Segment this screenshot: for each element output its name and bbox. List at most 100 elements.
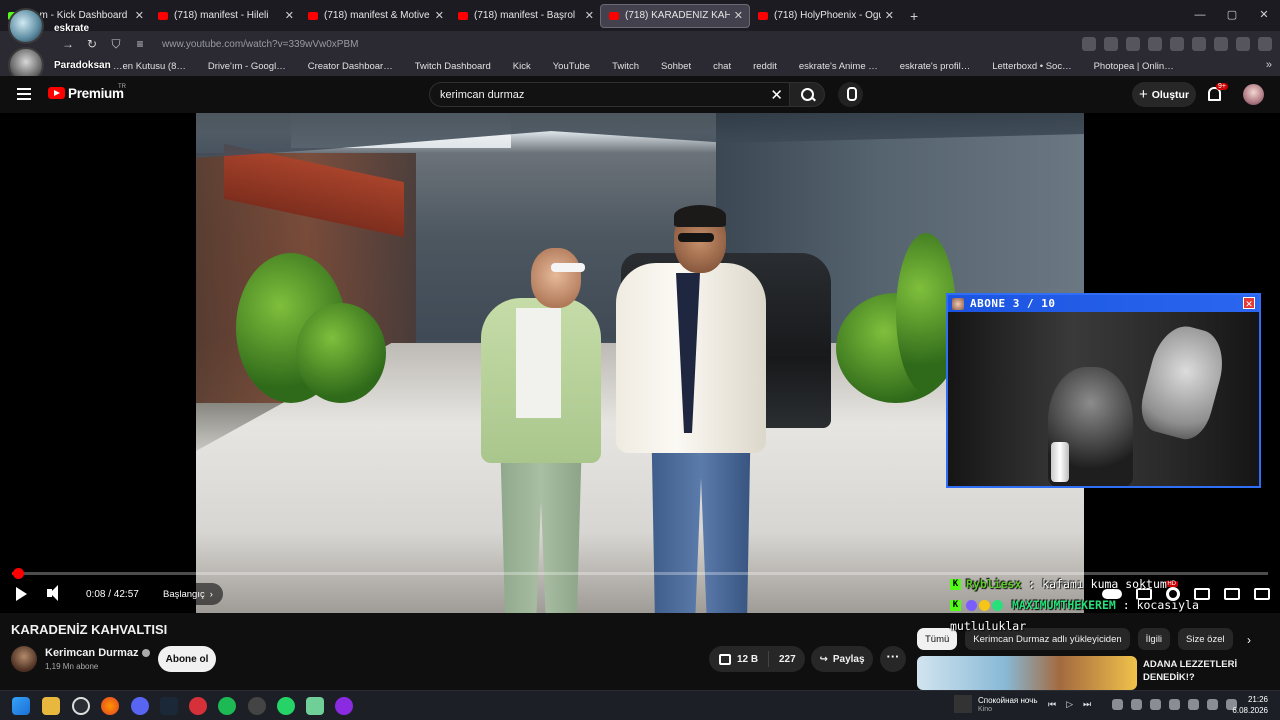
play-icon[interactable] xyxy=(16,587,27,601)
bookmark[interactable]: Kick xyxy=(500,61,531,72)
recommendation-thumbnail[interactable] xyxy=(917,656,1137,690)
ublock-icon[interactable] xyxy=(1236,37,1250,51)
app-icon[interactable] xyxy=(248,697,266,715)
scrubber-handle[interactable] xyxy=(13,568,24,579)
pocket-icon[interactable] xyxy=(1104,37,1118,51)
youtube-brand[interactable]: Premium xyxy=(68,86,124,101)
extension-icon[interactable] xyxy=(1170,37,1184,51)
bookmark[interactable]: …en Kutusu (8… xyxy=(100,61,186,72)
more-actions-button[interactable]: ··· xyxy=(880,646,906,672)
system-clock[interactable]: 21:26 6.08.2026 xyxy=(1232,694,1268,716)
microphone-icon[interactable] xyxy=(1150,699,1161,710)
site-permissions-icon[interactable]: ≡ xyxy=(128,37,152,51)
browser-tab[interactable]: (718) manifest & Motive ✕ xyxy=(300,4,450,28)
firefox-icon[interactable] xyxy=(101,697,119,715)
channel-avatar[interactable] xyxy=(11,646,37,672)
menu-icon[interactable] xyxy=(1258,37,1272,51)
browser-tab[interactable]: (718) HolyPhoenix - Ogu ✕ xyxy=(750,4,900,28)
new-tab-button[interactable]: + xyxy=(910,8,918,24)
browser-tab-active[interactable]: (718) KARADENİZ KAHVALT ✕ xyxy=(600,3,750,28)
obs-icon[interactable] xyxy=(72,697,90,715)
media-widget[interactable]: Спокойная ночь Kino xyxy=(954,695,1038,713)
volume-icon[interactable] xyxy=(47,585,63,601)
maximize-icon[interactable]: ▢ xyxy=(1216,0,1248,31)
tab-close-icon[interactable]: ✕ xyxy=(585,9,594,22)
bookmark[interactable]: Photopea | Onlin… xyxy=(1081,61,1174,72)
chevron-right-icon[interactable]: » xyxy=(1266,59,1272,71)
clear-search-icon[interactable]: ✕ xyxy=(770,86,783,104)
app-icon[interactable] xyxy=(306,697,324,715)
bookmark[interactable]: Twitch xyxy=(599,61,639,72)
region-code: TR xyxy=(118,84,126,90)
network-icon[interactable] xyxy=(1188,699,1199,710)
file-explorer-icon[interactable] xyxy=(42,697,60,715)
browser-tab[interactable]: (718) manifest - Başrol ✕ xyxy=(450,4,600,28)
extension-icon[interactable] xyxy=(1148,37,1162,51)
app-icon[interactable] xyxy=(335,697,353,715)
shield-icon[interactable]: ⛉ xyxy=(104,37,128,52)
steam-tray-icon[interactable] xyxy=(1131,699,1142,710)
plus-icon: + xyxy=(1138,86,1148,103)
bookmark[interactable]: Letterboxd • Soc… xyxy=(979,61,1071,72)
bookmark[interactable]: YouTube xyxy=(540,61,590,72)
speaker-icon[interactable] xyxy=(1207,699,1218,710)
close-window-icon[interactable]: ✕ xyxy=(1248,0,1280,31)
whatsapp-icon[interactable] xyxy=(277,697,295,715)
youtube-icon xyxy=(458,11,468,20)
account-icon[interactable] xyxy=(1214,37,1228,51)
comments-count[interactable]: 227 xyxy=(769,654,796,665)
forward-icon[interactable]: → xyxy=(56,37,80,51)
browser-tab[interactable]: (718) manifest - Hileli ✕ xyxy=(150,4,300,28)
bookmark[interactable]: chat xyxy=(700,61,731,72)
search-button[interactable] xyxy=(789,82,825,107)
next-track-icon[interactable]: ⏭ xyxy=(1083,699,1091,710)
bookmark[interactable]: Sohbet xyxy=(648,61,691,72)
tab-close-icon[interactable]: ✕ xyxy=(885,9,894,22)
previous-track-icon[interactable]: ⏮ xyxy=(1048,699,1056,710)
recommendation-title[interactable]: ADANA LEZZETLERİ DENEDİK!? xyxy=(1143,658,1263,684)
tab-close-icon[interactable]: ✕ xyxy=(135,9,144,22)
extension-icon[interactable] xyxy=(1192,37,1206,51)
reload-icon[interactable]: ↻ xyxy=(80,37,104,51)
video-player[interactable]: ABONE 3 / 10 ✕ 0:08 / 42:57 Başlangıç › … xyxy=(0,113,1280,613)
bookmark[interactable]: Creator Dashboar… xyxy=(295,61,393,72)
search-query[interactable]: kerimcan durmaz xyxy=(440,89,524,101)
subscribe-button[interactable]: Abone ol xyxy=(158,646,216,672)
bookmark-star-icon[interactable] xyxy=(1126,37,1140,51)
share-button[interactable]: ↪ Paylaş xyxy=(811,646,873,672)
play-icon[interactable]: ▷ xyxy=(1066,699,1073,710)
chapter-button[interactable]: Başlangıç › xyxy=(153,583,223,605)
bookmark[interactable]: Drive'ım - Googl… xyxy=(195,61,286,72)
vip-badge-icon xyxy=(979,600,990,611)
kick-icon xyxy=(295,62,304,71)
bookmark[interactable]: reddit xyxy=(740,61,777,72)
steam-icon[interactable] xyxy=(160,697,178,715)
discord-icon[interactable] xyxy=(131,697,149,715)
channel-name[interactable]: Kerimcan Durmaz xyxy=(45,647,150,659)
create-button[interactable]: + Oluştur xyxy=(1132,82,1196,107)
like-button[interactable]: 12 B xyxy=(709,651,769,667)
system-tray xyxy=(1112,699,1237,710)
account-avatar[interactable] xyxy=(1243,84,1264,105)
youtube-logo-icon[interactable] xyxy=(48,87,65,99)
subscriber-count: 1,19 Mn abone xyxy=(45,662,99,671)
tab-close-icon[interactable]: ✕ xyxy=(285,9,294,22)
bookmark[interactable]: Twitch Dashboard xyxy=(402,61,491,72)
search-input[interactable]: kerimcan durmaz ✕ xyxy=(429,82,789,107)
windows-start-icon[interactable] xyxy=(12,697,30,715)
menu-icon[interactable] xyxy=(17,88,31,100)
spotify-icon[interactable] xyxy=(218,697,236,715)
pen-icon[interactable] xyxy=(1169,699,1180,710)
address-bar[interactable]: www.youtube.com/watch?v=339wVw0xPBM xyxy=(162,39,358,50)
browser-tab-bar: …am - Kick Dashboard ✕ (718) manifest - … xyxy=(0,0,1280,31)
bookmark[interactable]: eskrate's profil… xyxy=(887,61,970,72)
subscriber-badge-icon xyxy=(992,600,1003,611)
chevron-up-icon[interactable] xyxy=(1112,699,1123,710)
app-icon[interactable] xyxy=(189,697,207,715)
screenshot-icon[interactable] xyxy=(1082,37,1096,51)
microphone-icon[interactable] xyxy=(838,82,863,107)
tab-close-icon[interactable]: ✕ xyxy=(734,9,743,22)
minimize-icon[interactable]: — xyxy=(1184,0,1216,31)
bookmark[interactable]: eskrate's Anime … xyxy=(786,61,878,72)
tab-close-icon[interactable]: ✕ xyxy=(435,9,444,22)
